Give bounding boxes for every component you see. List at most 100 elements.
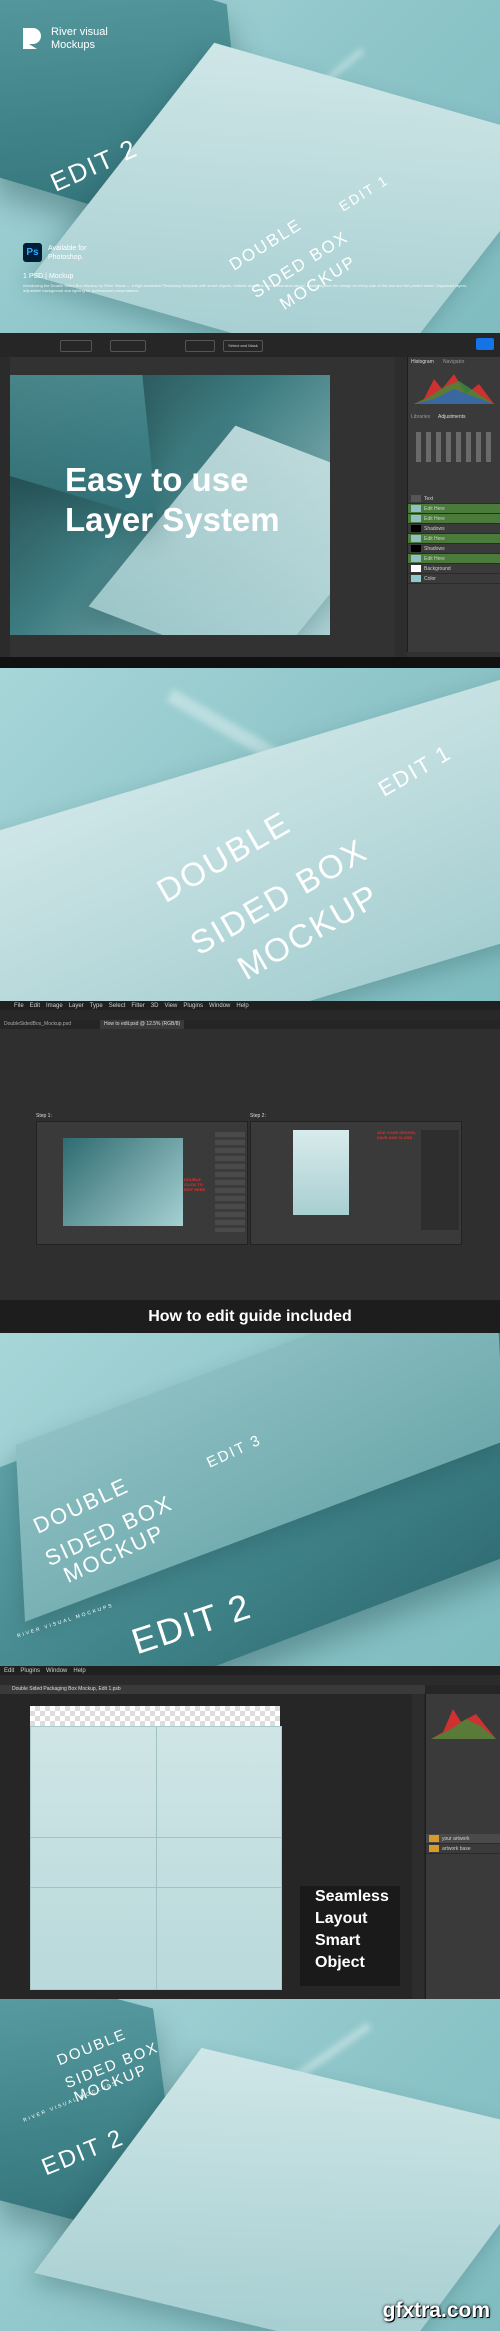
select-and-mask-button[interactable]: Select and Mask bbox=[223, 340, 263, 352]
option-button[interactable] bbox=[110, 340, 146, 352]
smart-caption-2: Layout bbox=[315, 1910, 368, 1927]
layer-row[interactable]: Edit Here bbox=[408, 504, 500, 514]
tools-panel bbox=[0, 357, 10, 657]
step1-screen: DOUBLE CLICK TO EDIT HERE bbox=[36, 1121, 248, 1245]
smart-caption-3: Smart bbox=[315, 1932, 361, 1949]
layer-thumbnail bbox=[411, 545, 421, 552]
layer-name: Color bbox=[424, 575, 436, 582]
river-logo-icon bbox=[23, 28, 41, 49]
file-info: 1 PSD | Mockup bbox=[23, 273, 74, 280]
step2-canvas bbox=[293, 1130, 349, 1215]
layers-list: Text Edit Here Edit Here Shadows Edit He… bbox=[408, 494, 500, 584]
available-line1: Available for bbox=[48, 245, 87, 252]
layer-row[interactable]: Text bbox=[408, 494, 500, 504]
step1-label: Step 1: bbox=[36, 1113, 52, 1119]
histogram-chart bbox=[414, 374, 494, 404]
layer-name: Background bbox=[424, 565, 451, 572]
layer-thumbnail bbox=[411, 495, 421, 502]
tab-other[interactable]: DoubleSidedBox_Mockup.psd bbox=[4, 1021, 71, 1027]
menu-window[interactable]: Window bbox=[209, 1003, 230, 1009]
final-section: EDIT 2 RIVER VISUAL MOCKUPS DOUBLE SIDED… bbox=[0, 1999, 500, 2331]
properties-panel bbox=[425, 1744, 500, 1804]
step2-panel bbox=[421, 1130, 459, 1230]
layer-name: Edit Here bbox=[424, 535, 445, 542]
artwork-layout bbox=[30, 1726, 282, 1990]
adjustment-icons bbox=[416, 432, 492, 462]
layer-name: Shadows bbox=[424, 525, 445, 532]
menu-layer[interactable]: Layer bbox=[69, 1003, 84, 1009]
tab-adjustments[interactable]: Adjustments bbox=[438, 414, 466, 420]
menu-bar: Edit Plugins Window Help bbox=[0, 1666, 500, 1675]
layer-row[interactable]: your artwork bbox=[426, 1834, 500, 1844]
layer-name: Edit Here bbox=[424, 505, 445, 512]
smart-caption-1: Seamless bbox=[315, 1888, 389, 1905]
layer-row[interactable]: Shadows bbox=[408, 544, 500, 554]
layer-thumbnail bbox=[411, 515, 421, 522]
headline-line1: Easy to use bbox=[65, 461, 249, 498]
menu-edit[interactable]: Edit bbox=[30, 1003, 40, 1009]
layer-thumbnail bbox=[411, 535, 421, 542]
layer-name: your artwork bbox=[442, 1835, 470, 1842]
layer-row[interactable]: Shadows bbox=[408, 524, 500, 534]
tab-active[interactable]: How to edit.psd @ 12.5% (RGB/8) bbox=[100, 1020, 185, 1029]
side-icons-strip bbox=[412, 1694, 424, 1999]
option-button[interactable] bbox=[60, 340, 92, 352]
step2-label: Step 2: bbox=[250, 1113, 266, 1119]
tab-title[interactable]: Double Sided Packaging Box Mockup, Edit … bbox=[12, 1686, 121, 1692]
menu-plugins[interactable]: Plugins bbox=[183, 1003, 203, 1009]
layer-name: artwork base bbox=[442, 1845, 471, 1852]
tab-navigator[interactable]: Navigator bbox=[443, 359, 464, 365]
step1-layers bbox=[215, 1132, 245, 1232]
brand-logo bbox=[21, 26, 43, 50]
layer-row[interactable]: Edit Here bbox=[408, 514, 500, 524]
menu-image[interactable]: Image bbox=[46, 1003, 63, 1009]
step1-canvas bbox=[63, 1138, 183, 1226]
document-tab: Double Sided Packaging Box Mockup, Edit … bbox=[0, 1685, 425, 1694]
closeup-section: DOUBLE SIDED BOX MOCKUP EDIT 1 bbox=[0, 668, 500, 1001]
layer-thumbnail bbox=[411, 505, 421, 512]
menu-help[interactable]: Help bbox=[236, 1003, 248, 1009]
tab-histogram[interactable]: Histogram bbox=[411, 359, 434, 365]
fine-print: Introducing the Double Sided Box Mockup … bbox=[23, 283, 468, 293]
options-bar: Select and Mask bbox=[0, 333, 500, 357]
layer-row[interactable]: Background bbox=[408, 564, 500, 574]
menu-select[interactable]: Select bbox=[109, 1003, 126, 1009]
menu-window[interactable]: Window bbox=[46, 1668, 67, 1674]
layers-section: Select and Mask Easy to use Layer System… bbox=[0, 333, 500, 668]
photoshop-icon: Ps bbox=[23, 243, 42, 262]
menu-filter[interactable]: Filter bbox=[131, 1003, 144, 1009]
layer-row[interactable]: Edit Here bbox=[408, 554, 500, 564]
layer-row[interactable]: Color bbox=[408, 574, 500, 584]
artboard bbox=[30, 1706, 282, 1990]
menu-help[interactable]: Help bbox=[73, 1668, 85, 1674]
layer-name: Edit Here bbox=[424, 515, 445, 522]
share-button[interactable] bbox=[476, 338, 494, 350]
hero-section: EDIT 2 DOUBLE SIDED BOX MOCKUP EDIT 1 Ri… bbox=[0, 0, 500, 333]
layer-row[interactable]: artwork base bbox=[426, 1844, 500, 1854]
headline-line2: Layer System bbox=[65, 501, 280, 538]
caption-bar: How to edit guide included bbox=[0, 1300, 500, 1333]
smart-object-section: Edit Plugins Window Help Double Sided Pa… bbox=[0, 1666, 500, 1999]
brand-name-line2: Mockups bbox=[51, 39, 96, 51]
histogram-panel: Histogram Navigator bbox=[407, 357, 500, 412]
menu-3d[interactable]: 3D bbox=[151, 1003, 159, 1009]
watermark: gfxtra.com bbox=[382, 2299, 490, 2322]
histogram-chart bbox=[431, 1709, 496, 1739]
available-line2: Photoshop. bbox=[48, 254, 84, 261]
panel-divider-h bbox=[31, 1887, 281, 1888]
tab-libraries[interactable]: Libraries bbox=[411, 414, 430, 420]
menu-plugins[interactable]: Plugins bbox=[20, 1668, 40, 1674]
option-button[interactable] bbox=[185, 340, 215, 352]
layers-panel: your artwork artwork base bbox=[425, 1804, 500, 1999]
panel-divider-h bbox=[31, 1837, 281, 1838]
menu-edit[interactable]: Edit bbox=[4, 1668, 14, 1674]
menu-type[interactable]: Type bbox=[90, 1003, 103, 1009]
menu-view[interactable]: View bbox=[164, 1003, 177, 1009]
layer-thumbnail bbox=[411, 555, 421, 562]
layer-thumbnail bbox=[429, 1845, 439, 1852]
guide-caption: How to edit guide included bbox=[148, 1308, 352, 1325]
layer-row[interactable]: Edit Here bbox=[408, 534, 500, 544]
smart-caption-4: Object bbox=[315, 1954, 365, 1971]
brand-name-line1: River visual bbox=[51, 26, 108, 38]
menu-file[interactable]: File bbox=[14, 1003, 24, 1009]
